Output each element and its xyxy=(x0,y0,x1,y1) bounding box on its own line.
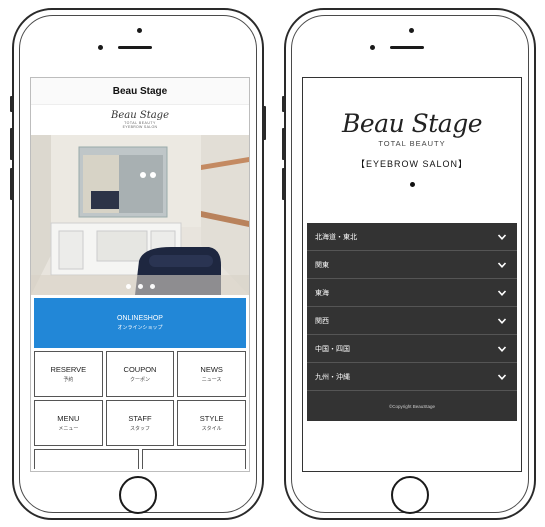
online-shop-label: ONLINESHOP xyxy=(117,315,163,322)
online-shop-label-jp: オンラインショップ xyxy=(117,325,163,331)
carousel-dot[interactable] xyxy=(149,284,155,289)
copyright-footer: ©Copyright BeauStage xyxy=(307,391,517,421)
home-button xyxy=(391,476,429,514)
menu-button[interactable]: MENU メニュー xyxy=(34,400,103,446)
style-label-jp: スタイル xyxy=(201,426,222,432)
volume-down-button xyxy=(10,168,13,200)
chevron-down-icon xyxy=(497,317,507,324)
news-label-jp: ニュース xyxy=(201,377,222,383)
carousel-indicator[interactable] xyxy=(31,284,249,289)
region-label: 中国・四国 xyxy=(315,345,350,353)
menu-grid: RESERVE 予約 COUPON クーポン NEWS ニュース MENU メニ… xyxy=(34,351,246,446)
region-label: 東海 xyxy=(315,289,329,297)
reserve-label: RESERVE xyxy=(50,365,87,374)
volume-up-button xyxy=(282,128,285,160)
news-label: NEWS xyxy=(200,365,223,374)
carousel-dot[interactable] xyxy=(125,284,131,289)
chevron-down-icon xyxy=(497,261,507,268)
style-label: STYLE xyxy=(199,414,224,423)
bullet-icon xyxy=(409,182,415,187)
menu-tile-partial[interactable] xyxy=(34,449,139,469)
mute-switch xyxy=(10,96,13,112)
hero-carousel[interactable] xyxy=(31,135,249,295)
chevron-down-icon xyxy=(497,373,507,380)
region-label: 九州・沖縄 xyxy=(315,373,350,381)
staff-label: STAFF xyxy=(128,414,152,423)
left-screen: Beau Stage Beau Stage TOTAL BEAUTY EYEBR… xyxy=(30,77,250,472)
volume-up-button xyxy=(10,128,13,160)
right-screen: Beau Stage TOTAL BEAUTY 【EYEBROW SALON】 … xyxy=(302,77,522,472)
mute-switch xyxy=(282,96,285,112)
region-item-chugoku-shikoku[interactable]: 中国・四国 xyxy=(307,335,517,363)
menu-grid-row-partial xyxy=(34,449,246,469)
salon-interior-photo xyxy=(31,135,249,295)
logo-script: Beau Stage xyxy=(111,110,169,121)
salon-heading: 【EYEBROW SALON】 xyxy=(355,159,469,169)
chevron-down-icon xyxy=(497,289,507,296)
proximity-sensor xyxy=(370,45,375,50)
logo[interactable]: Beau Stage TOTAL BEAUTY EYEBROW SALON xyxy=(31,105,249,135)
home-button xyxy=(119,476,157,514)
region-item-kanto[interactable]: 関東 xyxy=(307,251,517,279)
earpiece-speaker xyxy=(390,46,424,49)
site-title: Beau Stage xyxy=(112,85,168,97)
site-header: Beau Stage xyxy=(31,78,249,105)
power-button xyxy=(263,106,266,140)
reserve-button[interactable]: RESERVE 予約 xyxy=(34,351,103,397)
region-accordion: 北海道・東北 関東 東海 関西 中国・四国 九州・沖縄 ©Copyright B… xyxy=(307,223,517,421)
copyright-text: ©Copyright BeauStage xyxy=(388,403,436,409)
logo-subtitle: EYEBROW SALON xyxy=(122,125,158,129)
proximity-sensor xyxy=(98,45,103,50)
reserve-label-jp: 予約 xyxy=(63,377,74,383)
logo[interactable]: Beau Stage TOTAL BEAUTY 【EYEBROW SALON】 xyxy=(303,78,521,218)
chevron-down-icon xyxy=(497,345,507,352)
region-item-tokai[interactable]: 東海 xyxy=(307,279,517,307)
menu-label: MENU xyxy=(57,414,80,423)
region-item-hokkaido-tohoku[interactable]: 北海道・東北 xyxy=(307,223,517,251)
region-label: 関東 xyxy=(315,261,329,269)
coupon-label: COUPON xyxy=(123,365,157,374)
region-item-kyushu-okinawa[interactable]: 九州・沖縄 xyxy=(307,363,517,391)
chevron-down-icon xyxy=(497,233,507,240)
region-item-kansai[interactable]: 関西 xyxy=(307,307,517,335)
staff-label-jp: スタッフ xyxy=(129,426,150,432)
earpiece-speaker xyxy=(118,46,152,49)
region-label: 関西 xyxy=(315,317,329,325)
front-camera xyxy=(137,28,142,33)
coupon-button[interactable]: COUPON クーポン xyxy=(105,351,175,397)
logo-script: Beau Stage xyxy=(342,109,483,138)
staff-button[interactable]: STAFF スタッフ xyxy=(105,400,175,446)
logo-tagline: TOTAL BEAUTY xyxy=(378,139,446,148)
news-button[interactable]: NEWS ニュース xyxy=(177,351,246,397)
menu-label-jp: メニュー xyxy=(58,426,79,432)
left-phone-frame: Beau Stage Beau Stage TOTAL BEAUTY EYEBR… xyxy=(10,8,266,520)
right-phone-frame: Beau Stage TOTAL BEAUTY 【EYEBROW SALON】 … xyxy=(282,8,536,520)
region-label: 北海道・東北 xyxy=(315,233,357,241)
online-shop-button[interactable]: ONLINESHOP オンラインショップ xyxy=(34,298,246,348)
menu-tile-partial[interactable] xyxy=(141,449,246,469)
carousel-dot[interactable] xyxy=(137,284,143,289)
style-button[interactable]: STYLE スタイル xyxy=(177,400,246,446)
volume-down-button xyxy=(282,168,285,200)
coupon-label-jp: クーポン xyxy=(129,377,150,383)
front-camera xyxy=(409,28,414,33)
